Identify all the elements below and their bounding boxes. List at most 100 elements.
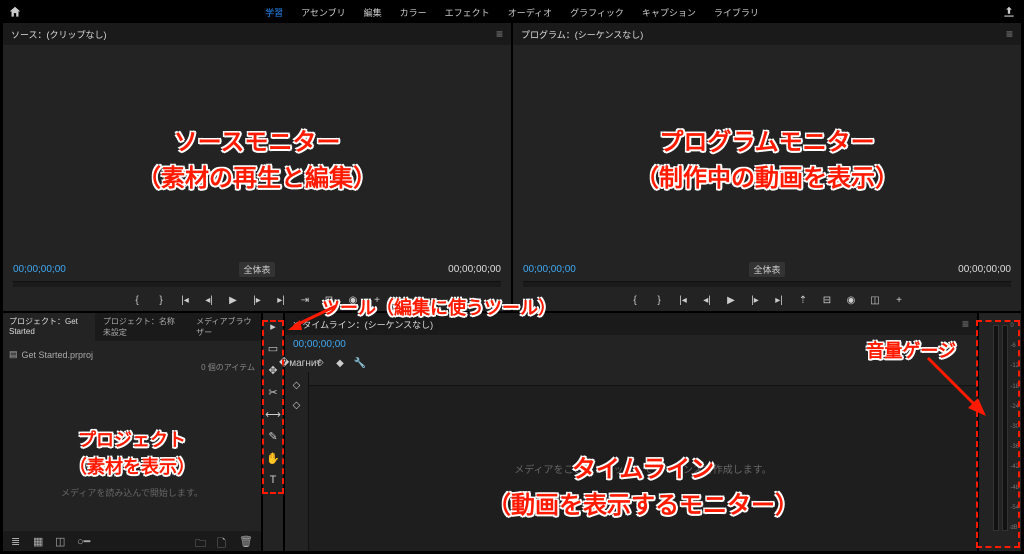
program-scrubber[interactable] — [523, 281, 1011, 287]
tool-button[interactable]: ✂ — [266, 385, 280, 399]
meter-tick: -12 — [1010, 363, 1019, 369]
timeline-panel: × タイムライン：(シーケンスなし) ≡ 00;00;00;00 �магнит… — [284, 312, 978, 552]
tool-button[interactable]: ⟷ — [266, 407, 280, 421]
workspace-tab[interactable]: オーディオ — [508, 6, 552, 19]
overwrite-icon[interactable]: ⊡ — [322, 293, 336, 307]
timeline-drop-area[interactable]: メディアをここにドロップしてシーケンスを作成します。 タイムライン（動画を表示す… — [309, 386, 977, 551]
step-back-icon[interactable]: ◂| — [700, 293, 714, 307]
tool-button[interactable]: ✥ — [266, 363, 280, 377]
timeline-title-text: タイムライン：(シーケンスなし) — [302, 318, 433, 331]
export-frame-icon[interactable]: ◉ — [844, 293, 858, 307]
toggle-icon[interactable]: ◇ — [290, 398, 304, 412]
project-item-count: 0 個のアイテム — [9, 362, 255, 373]
meter-tick: -48 — [1010, 485, 1019, 491]
linked-select-icon[interactable]: ⟐ — [313, 356, 327, 370]
mark-out-icon[interactable]: } — [154, 293, 168, 307]
export-frame-icon[interactable]: ◉ — [346, 293, 360, 307]
timeline-ruler[interactable] — [309, 372, 977, 386]
timeline-hint: メディアをここにドロップしてシーケンスを作成します。 — [514, 461, 772, 476]
marker-icon[interactable]: ◆ — [333, 356, 347, 370]
workspace-tab[interactable]: キャプション — [642, 6, 696, 19]
program-title-text: プログラム：(シーケンスなし) — [521, 28, 643, 41]
insert-icon[interactable]: ⇥ — [298, 293, 312, 307]
step-back-icon[interactable]: ◂| — [202, 293, 216, 307]
freeform-view-icon[interactable]: ◫ — [55, 535, 69, 547]
play-icon[interactable]: ▶ — [724, 293, 738, 307]
workspace-tab[interactable]: アセンブリ — [301, 6, 346, 19]
program-fit-dropdown[interactable]: 全体表 — [749, 262, 784, 277]
step-fwd-icon[interactable]: |▸ — [748, 293, 762, 307]
mark-out-icon[interactable]: } — [652, 293, 666, 307]
extract-icon[interactable]: ⊟ — [820, 293, 834, 307]
workspace-tab[interactable]: エフェクト — [445, 6, 490, 19]
program-monitor[interactable]: プログラムモニター（制作中の動画を表示） — [513, 45, 1021, 258]
source-timecode-bar: 00;00;00;00 全体表 00;00;00;00 — [3, 258, 511, 281]
program-tc-in[interactable]: 00;00;00;00 — [523, 264, 576, 275]
tool-button[interactable]: T — [266, 473, 280, 487]
delete-icon[interactable]: 🗑 — [239, 535, 253, 547]
workspace-tabs: 学習 アセンブリ 編集 カラー エフェクト オーディオ グラフィック キャプション ライブラリ — [22, 6, 1002, 19]
new-bin-icon[interactable]: 🗀 — [195, 535, 209, 547]
tool-button[interactable]: ▭ — [266, 341, 280, 355]
project-hint: メディアを読み込んで開始します。 — [3, 486, 261, 499]
file-icon: ▤ — [9, 349, 18, 360]
step-fwd-icon[interactable]: |▸ — [250, 293, 264, 307]
source-fit-dropdown[interactable]: 全体表 — [239, 262, 274, 277]
source-scrubber[interactable] — [13, 281, 501, 287]
go-in-icon[interactable]: |◂ — [676, 293, 690, 307]
tool-button[interactable]: ▸ — [266, 319, 280, 333]
settings-plus-icon[interactable]: + — [370, 293, 384, 307]
source-tc-out: 00;00;00;00 — [448, 264, 501, 275]
play-icon[interactable]: ▶ — [226, 293, 240, 307]
workspace-tab[interactable]: 編集 — [364, 6, 382, 19]
project-tab[interactable]: メディアブラウザー — [190, 313, 261, 341]
icon-view-icon[interactable]: ▦ — [33, 535, 47, 547]
list-view-icon[interactable]: ≣ — [11, 535, 25, 547]
go-in-icon[interactable]: |◂ — [178, 293, 192, 307]
meter-scale: 0-6-12-18-24-30-36-42-48-54dB — [1010, 323, 1019, 531]
workspace-tab[interactable]: ライブラリ — [714, 6, 759, 19]
source-title-text: ソース：(クリップなし) — [11, 28, 107, 41]
program-monitor-panel: プログラム：(シーケンスなし) ≡ プログラムモニター（制作中の動画を表示） 0… — [512, 22, 1022, 312]
tool-button[interactable]: ✎ — [266, 429, 280, 443]
workspace-tab[interactable]: 学習 — [265, 6, 283, 19]
panel-menu-icon[interactable]: ≡ — [1006, 27, 1013, 41]
settings-plus-icon[interactable]: + — [892, 293, 906, 307]
compare-icon[interactable]: ◫ — [868, 293, 882, 307]
project-footer: ≣ ▦ ◫ ○━ 🗀 🗋 🗑 — [3, 531, 261, 551]
home-icon[interactable] — [8, 5, 22, 19]
zoom-slider-icon[interactable]: ○━ — [77, 535, 91, 547]
meter-tick: -42 — [1010, 464, 1019, 470]
project-bin[interactable]: ▤ Get Started.prproj 0 個のアイテム プロジェクト（素材を… — [3, 341, 261, 531]
project-tab[interactable]: プロジェクト：Get Started — [3, 313, 95, 341]
source-monitor[interactable]: ソースモニター（素材の再生と編集） — [3, 45, 511, 258]
share-icon[interactable] — [1002, 5, 1016, 19]
toggle-icon[interactable]: ◇ — [290, 378, 304, 392]
go-out-icon[interactable]: ▸| — [772, 293, 786, 307]
panel-menu-icon[interactable]: ≡ — [962, 317, 969, 331]
project-filename: Get Started.prproj — [22, 350, 94, 360]
go-out-icon[interactable]: ▸| — [274, 293, 288, 307]
timeline-track-controls: ◇ ◇ — [285, 372, 309, 551]
snap-icon[interactable]: �магнит — [293, 356, 307, 370]
lift-icon[interactable]: ⇡ — [796, 293, 810, 307]
panel-menu-icon[interactable]: ≡ — [496, 27, 503, 41]
meter-tick: -30 — [1010, 424, 1019, 430]
meter-right — [1002, 325, 1008, 531]
workspace-tab[interactable]: グラフィック — [570, 6, 624, 19]
timeline-timecode[interactable]: 00;00;00;00 — [293, 339, 346, 350]
mark-in-icon[interactable]: { — [628, 293, 642, 307]
project-panel: プロジェクト：Get Startedプロジェクト：名称未設定メディアブラウザー … — [2, 312, 262, 552]
new-item-icon[interactable]: 🗋 — [217, 535, 231, 547]
wrench-icon[interactable]: 🔧 — [353, 356, 367, 370]
project-tab[interactable]: プロジェクト：名称未設定 — [97, 313, 188, 341]
tool-button[interactable]: ✋ — [266, 451, 280, 465]
workspace-tab[interactable]: カラー — [400, 6, 427, 19]
mark-in-icon[interactable]: { — [130, 293, 144, 307]
meter-left — [993, 325, 999, 531]
source-tc-in[interactable]: 00;00;00;00 — [13, 264, 66, 275]
timeline-title-tab[interactable]: × タイムライン：(シーケンスなし) ≡ — [285, 313, 977, 335]
meter-tick: -24 — [1010, 404, 1019, 410]
tools-panel: ▸ ▭ ✥ ✂ ⟷ ✎ ✋ T — [262, 312, 284, 552]
annotation-program: プログラムモニター（制作中の動画を表示） — [635, 125, 899, 197]
